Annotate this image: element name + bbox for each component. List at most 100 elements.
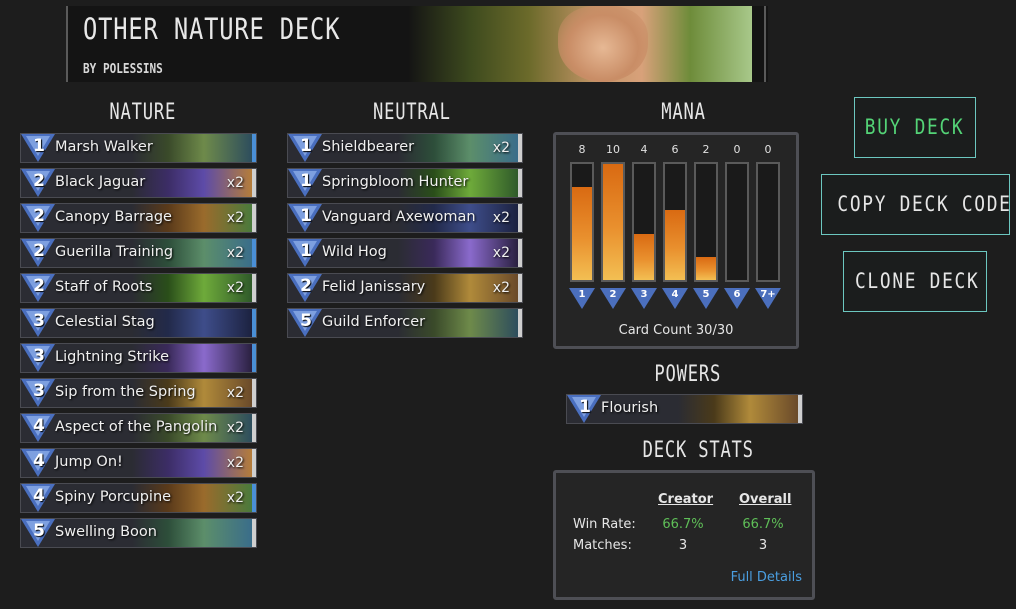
mana-bar xyxy=(756,162,780,282)
powers-section-title: POWERS xyxy=(654,362,722,387)
mana-bar-fill xyxy=(634,233,654,280)
nature-card[interactable]: 2 Black Jaguar x2 xyxy=(20,168,257,198)
card-quantity: x2 xyxy=(226,280,244,296)
card-name: Wild Hog xyxy=(322,244,387,260)
win-rate-label: Win Rate: xyxy=(573,517,636,532)
overall-matches: 3 xyxy=(758,538,768,553)
mana-cost-label: 5 xyxy=(702,289,710,300)
card-name: Springbloom Hunter xyxy=(322,174,469,190)
creator-matches: 3 xyxy=(678,538,688,553)
buy-deck-button[interactable]: BUY DECK xyxy=(854,97,976,158)
card-rarity-edge xyxy=(252,239,256,267)
neutral-card[interactable]: 1 Shieldbearer x2 xyxy=(287,133,523,163)
deck-stats-panel: Creator Overall Win Rate: Matches: 66.7%… xyxy=(553,470,815,600)
card-quantity: x2 xyxy=(492,140,510,156)
nature-card[interactable]: 2 Guerilla Training x2 xyxy=(20,238,257,268)
copy-deck-code-button[interactable]: COPY DECK CODE xyxy=(821,174,1010,235)
card-name: Celestial Stag xyxy=(55,314,155,330)
power-card[interactable]: 1 Flourish xyxy=(566,394,803,424)
neutral-section-title: NEUTRAL xyxy=(372,100,451,125)
nature-card[interactable]: 2 Staff of Roots x2 xyxy=(20,273,257,303)
card-name: Lightning Strike xyxy=(55,349,170,365)
nature-card[interactable]: 3 Lightning Strike xyxy=(20,343,257,373)
card-name: Shieldbearer xyxy=(322,139,415,155)
nature-card[interactable]: 4 Spiny Porcupine x2 xyxy=(20,483,257,513)
card-rarity-edge xyxy=(252,484,256,512)
mana-bar xyxy=(725,162,749,282)
overall-column-header: Overall xyxy=(739,492,792,507)
card-quantity: x2 xyxy=(492,210,510,226)
header-divider-left xyxy=(66,6,68,82)
card-rarity-edge xyxy=(518,134,522,162)
nature-card[interactable]: 3 Celestial Stag xyxy=(20,308,257,338)
neutral-card[interactable]: 5 Guild Enforcer xyxy=(287,308,523,338)
card-cost: 1 xyxy=(300,171,312,191)
neutral-card[interactable]: 1 Springbloom Hunter xyxy=(287,168,523,198)
card-quantity: x2 xyxy=(226,490,244,506)
card-rarity-edge xyxy=(518,204,522,232)
nature-card[interactable]: 2 Canopy Barrage x2 xyxy=(20,203,257,233)
mana-count: 10 xyxy=(606,143,620,156)
card-name: Staff of Roots xyxy=(55,279,153,295)
mana-cost-label: 4 xyxy=(671,289,679,300)
mana-bar-fill xyxy=(603,164,623,280)
mana-count: 6 xyxy=(671,143,679,156)
card-rarity-edge xyxy=(252,274,256,302)
card-name: Spiny Porcupine xyxy=(55,489,172,505)
neutral-card[interactable]: 1 Vanguard Axewoman x2 xyxy=(287,203,523,233)
mana-count: 4 xyxy=(640,143,648,156)
card-name: Jump On! xyxy=(55,454,123,470)
card-cost: 1 xyxy=(300,241,312,261)
card-rarity-edge xyxy=(518,309,522,337)
card-cost: 2 xyxy=(33,171,45,191)
card-name: Aspect of the Pangolin xyxy=(55,419,218,435)
deck-author: BY POLESSINS xyxy=(83,62,163,77)
buy-deck-label: BUY DECK xyxy=(865,115,965,139)
card-rarity-edge xyxy=(252,449,256,477)
nature-section-title: NATURE xyxy=(109,100,177,125)
card-cost: 3 xyxy=(33,311,45,331)
card-cost: 5 xyxy=(300,311,312,331)
card-rarity-edge xyxy=(798,395,802,423)
nature-card[interactable]: 1 Marsh Walker xyxy=(20,133,257,163)
card-quantity: x2 xyxy=(226,420,244,436)
mana-count: 0 xyxy=(764,143,772,156)
nature-card[interactable]: 4 Aspect of the Pangolin x2 xyxy=(20,413,257,443)
card-name: Marsh Walker xyxy=(55,139,153,155)
nature-card[interactable]: 5 Swelling Boon xyxy=(20,518,257,548)
card-quantity: x2 xyxy=(226,245,244,261)
card-cost: 4 xyxy=(33,486,45,506)
mana-cost-label: 3 xyxy=(640,289,648,300)
card-quantity: x2 xyxy=(492,245,510,261)
card-name: Guerilla Training xyxy=(55,244,174,260)
card-cost: 5 xyxy=(33,521,45,541)
card-name: Vanguard Axewoman xyxy=(322,209,476,225)
card-cost: 4 xyxy=(33,416,45,436)
deck-stats-section-title: DECK STATS xyxy=(642,438,754,463)
card-quantity: x2 xyxy=(492,280,510,296)
card-rarity-edge xyxy=(252,344,256,372)
card-name: Swelling Boon xyxy=(55,524,157,540)
card-rarity-edge xyxy=(252,414,256,442)
neutral-card[interactable]: 1 Wild Hog x2 xyxy=(287,238,523,268)
mana-cost-label: 6 xyxy=(733,289,741,300)
card-rarity-edge xyxy=(252,134,256,162)
nature-card[interactable]: 4 Jump On! x2 xyxy=(20,448,257,478)
card-name: Guild Enforcer xyxy=(322,314,426,330)
creator-column-header: Creator xyxy=(658,492,714,507)
card-cost: 1 xyxy=(300,206,312,226)
card-cost: 1 xyxy=(33,136,45,156)
card-quantity: x2 xyxy=(226,175,244,191)
creator-win-rate: 66.7% xyxy=(662,517,704,532)
card-name: Black Jaguar xyxy=(55,174,146,190)
full-details-link[interactable]: Full Details xyxy=(731,570,802,585)
card-rarity-edge xyxy=(518,274,522,302)
card-quantity: x2 xyxy=(226,210,244,226)
neutral-card[interactable]: 2 Felid Janissary x2 xyxy=(287,273,523,303)
card-cost: 4 xyxy=(33,451,45,471)
clone-deck-button[interactable]: CLONE DECK xyxy=(843,251,987,312)
nature-card[interactable]: 3 Sip from the Spring x2 xyxy=(20,378,257,408)
mana-count: 2 xyxy=(702,143,710,156)
mana-bar-fill xyxy=(696,256,716,280)
card-rarity-edge xyxy=(518,169,522,197)
